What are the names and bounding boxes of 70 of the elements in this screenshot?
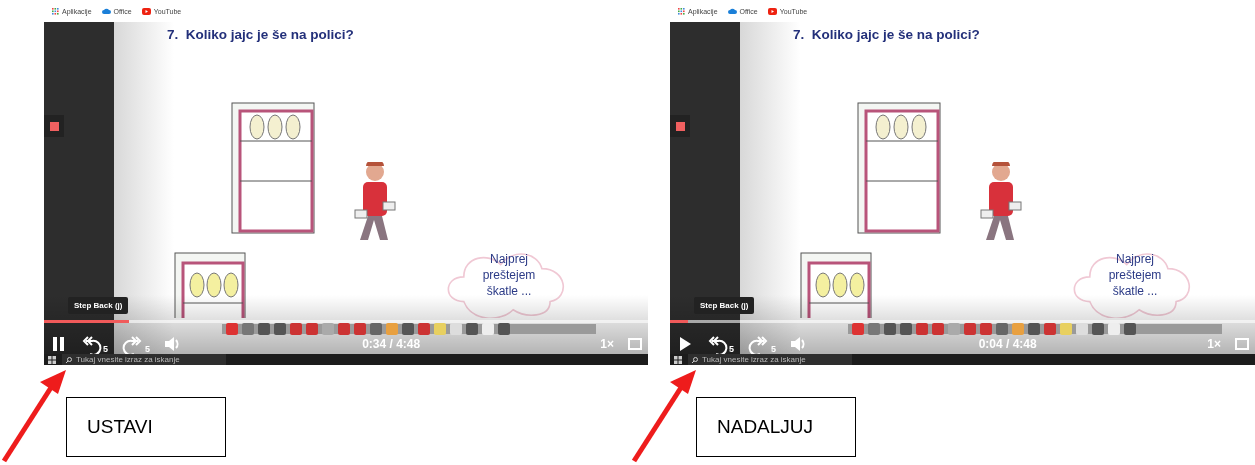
tooltip: Step Back (j)	[694, 297, 755, 314]
speech-bubble-text: preštejem	[1108, 267, 1162, 283]
progress-track[interactable]	[670, 320, 1255, 323]
video-play-icon	[141, 7, 151, 15]
speech-bubble-text: Najprej	[1116, 251, 1154, 267]
tool-icon[interactable]	[884, 323, 896, 335]
tool-icon[interactable]	[1028, 323, 1040, 335]
tool-icon[interactable]	[226, 323, 238, 335]
speech-bubble-text: Najprej	[490, 251, 528, 267]
caption-label: NADALJUJ	[696, 397, 856, 457]
slide-title: 7. Koliko jajc je še na polici?	[167, 27, 354, 42]
speech-bubble-text: preštejem	[482, 267, 536, 283]
speech-bubble-text: škatle ...	[1112, 283, 1158, 299]
tool-icon[interactable]	[402, 323, 414, 335]
rewind-button[interactable]: 5	[80, 334, 108, 354]
record-button[interactable]	[44, 115, 64, 137]
tool-icon[interactable]	[980, 323, 992, 335]
tool-icon[interactable]	[242, 323, 254, 335]
cloud-icon	[101, 8, 111, 14]
tool-icon[interactable]	[948, 323, 960, 335]
tool-icon[interactable]	[354, 323, 366, 335]
taskbar-search-field[interactable]: Tukaj vnesite izraz za iskanje	[688, 354, 852, 365]
tool-icon[interactable]	[418, 323, 430, 335]
tool-icon[interactable]	[1044, 323, 1056, 335]
tool-icon[interactable]	[852, 323, 864, 335]
tool-icon[interactable]	[258, 323, 270, 335]
fullscreen-button[interactable]	[1235, 338, 1249, 350]
apps-grid-icon	[678, 7, 685, 15]
tool-icon[interactable]	[996, 323, 1008, 335]
play-button[interactable]	[678, 336, 692, 352]
time-display: 0:34 / 4:48	[362, 337, 421, 351]
tooltip: Step Back (j)	[68, 297, 129, 314]
pause-button[interactable]	[52, 336, 66, 352]
tool-icon[interactable]	[964, 323, 976, 335]
tool-icon[interactable]	[868, 323, 880, 335]
tool-icon[interactable]	[900, 323, 912, 335]
tool-icon[interactable]	[290, 323, 302, 335]
caption-label: USTAVI	[66, 397, 226, 457]
time-display: 0:04 / 4:48	[978, 337, 1037, 351]
tool-icon[interactable]	[498, 323, 510, 335]
windows-icon[interactable]	[674, 355, 682, 364]
search-icon	[66, 356, 72, 363]
slide-title: 7. Koliko jajc je še na polici?	[793, 27, 980, 42]
video-play-icon	[767, 7, 777, 15]
apps-grid-icon	[52, 7, 59, 15]
progress-track[interactable]	[44, 320, 648, 323]
shelf-drawing	[174, 252, 246, 318]
windows-icon[interactable]	[48, 355, 56, 364]
stop-square-icon	[49, 121, 59, 131]
record-button[interactable]	[670, 115, 690, 137]
search-icon	[692, 356, 698, 363]
speech-bubble-text: škatle ...	[486, 283, 532, 299]
tool-icon[interactable]	[1092, 323, 1104, 335]
tool-icon[interactable]	[322, 323, 334, 335]
tool-icon[interactable]	[916, 323, 928, 335]
cloud-icon	[727, 8, 737, 14]
tool-icon[interactable]	[338, 323, 350, 335]
tool-icon[interactable]	[1012, 323, 1024, 335]
tool-icon[interactable]	[370, 323, 382, 335]
tool-icon[interactable]	[466, 323, 478, 335]
tool-icon[interactable]	[386, 323, 398, 335]
stop-square-icon	[675, 121, 685, 131]
rewind-button[interactable]: 5	[706, 334, 734, 354]
shelf-drawing	[800, 252, 872, 318]
tool-icon[interactable]	[1124, 323, 1136, 335]
fullscreen-button[interactable]	[628, 338, 642, 350]
tool-icon[interactable]	[274, 323, 286, 335]
tool-icon[interactable]	[932, 323, 944, 335]
taskbar-search-field[interactable]: Tukaj vnesite izraz za iskanje	[62, 354, 226, 365]
tool-icon[interactable]	[306, 323, 318, 335]
